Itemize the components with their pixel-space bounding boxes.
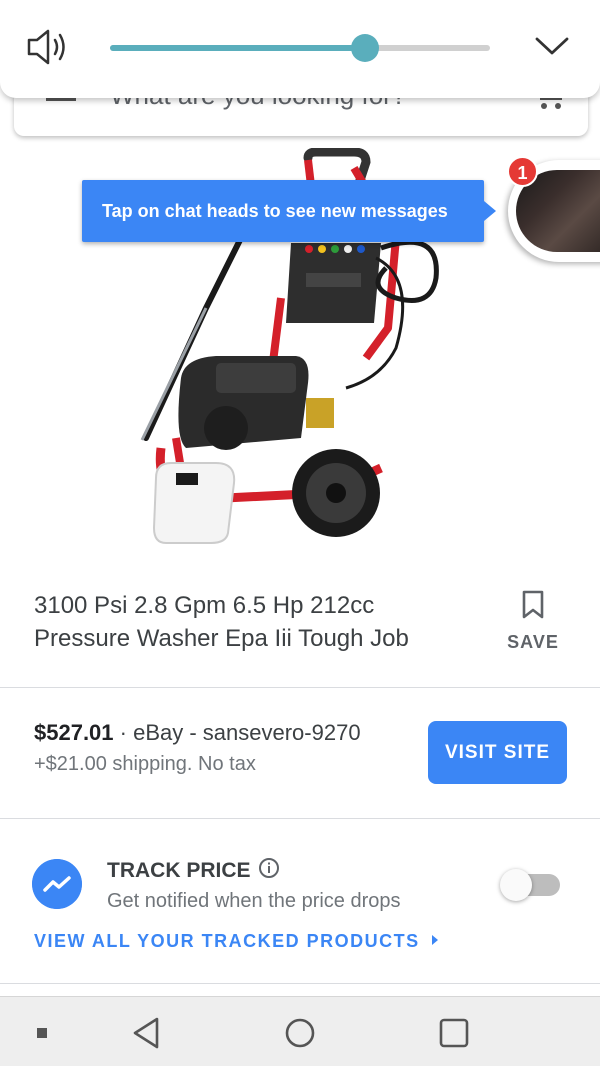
info-icon[interactable]: [258, 857, 280, 879]
track-price-subtitle: Get notified when the price drops: [107, 890, 401, 912]
track-price-toggle[interactable]: [500, 869, 560, 901]
trending-icon: [32, 859, 82, 909]
seller: · eBay - sansevero-9270: [113, 720, 361, 745]
bookmark-icon: [522, 590, 544, 619]
volume-slider-thumb[interactable]: [350, 34, 379, 62]
view-all-label: VIEW ALL YOUR TRACKED PRODUCTS: [34, 931, 420, 951]
shipping-info: +$21.00 shipping. No tax: [34, 753, 256, 775]
speaker-icon[interactable]: [26, 27, 72, 67]
back-icon[interactable]: [124, 1011, 168, 1055]
price: $527.01: [34, 720, 114, 745]
chevron-right-icon: [431, 935, 438, 945]
tooltip-arrow: [484, 201, 496, 221]
save-button[interactable]: SAVE: [500, 590, 566, 660]
track-price-title: TRACK PRICE: [107, 859, 251, 882]
navigation-bar: [0, 996, 600, 1066]
screen: What are you looking for?: [0, 0, 600, 1066]
recents-icon[interactable]: [432, 1011, 476, 1055]
volume-slider-fill: [110, 45, 365, 51]
visit-site-button[interactable]: VISIT SITE: [428, 721, 567, 784]
volume-slider[interactable]: [110, 34, 490, 62]
divider: [0, 983, 600, 984]
square-dot-icon[interactable]: [20, 1011, 64, 1055]
divider: [0, 687, 600, 688]
chevron-down-icon[interactable]: [534, 32, 570, 58]
menu-icon[interactable]: [46, 98, 76, 101]
home-icon[interactable]: [278, 1011, 322, 1055]
save-label: SAVE: [507, 632, 559, 652]
chat-head-tooltip[interactable]: Tap on chat heads to see new messages: [82, 180, 484, 242]
divider: [0, 818, 600, 819]
product-title: 3100 Psi 2.8 Gpm 6.5 Hp 212cc Pressure W…: [34, 592, 409, 652]
unread-badge: 1: [507, 156, 538, 187]
volume-panel: [0, 0, 600, 98]
toggle-thumb: [500, 869, 532, 901]
view-all-tracked-link[interactable]: VIEW ALL YOUR TRACKED PRODUCTS: [34, 931, 438, 952]
price-line: $527.01 · eBay - sansevero-9270: [34, 720, 361, 746]
